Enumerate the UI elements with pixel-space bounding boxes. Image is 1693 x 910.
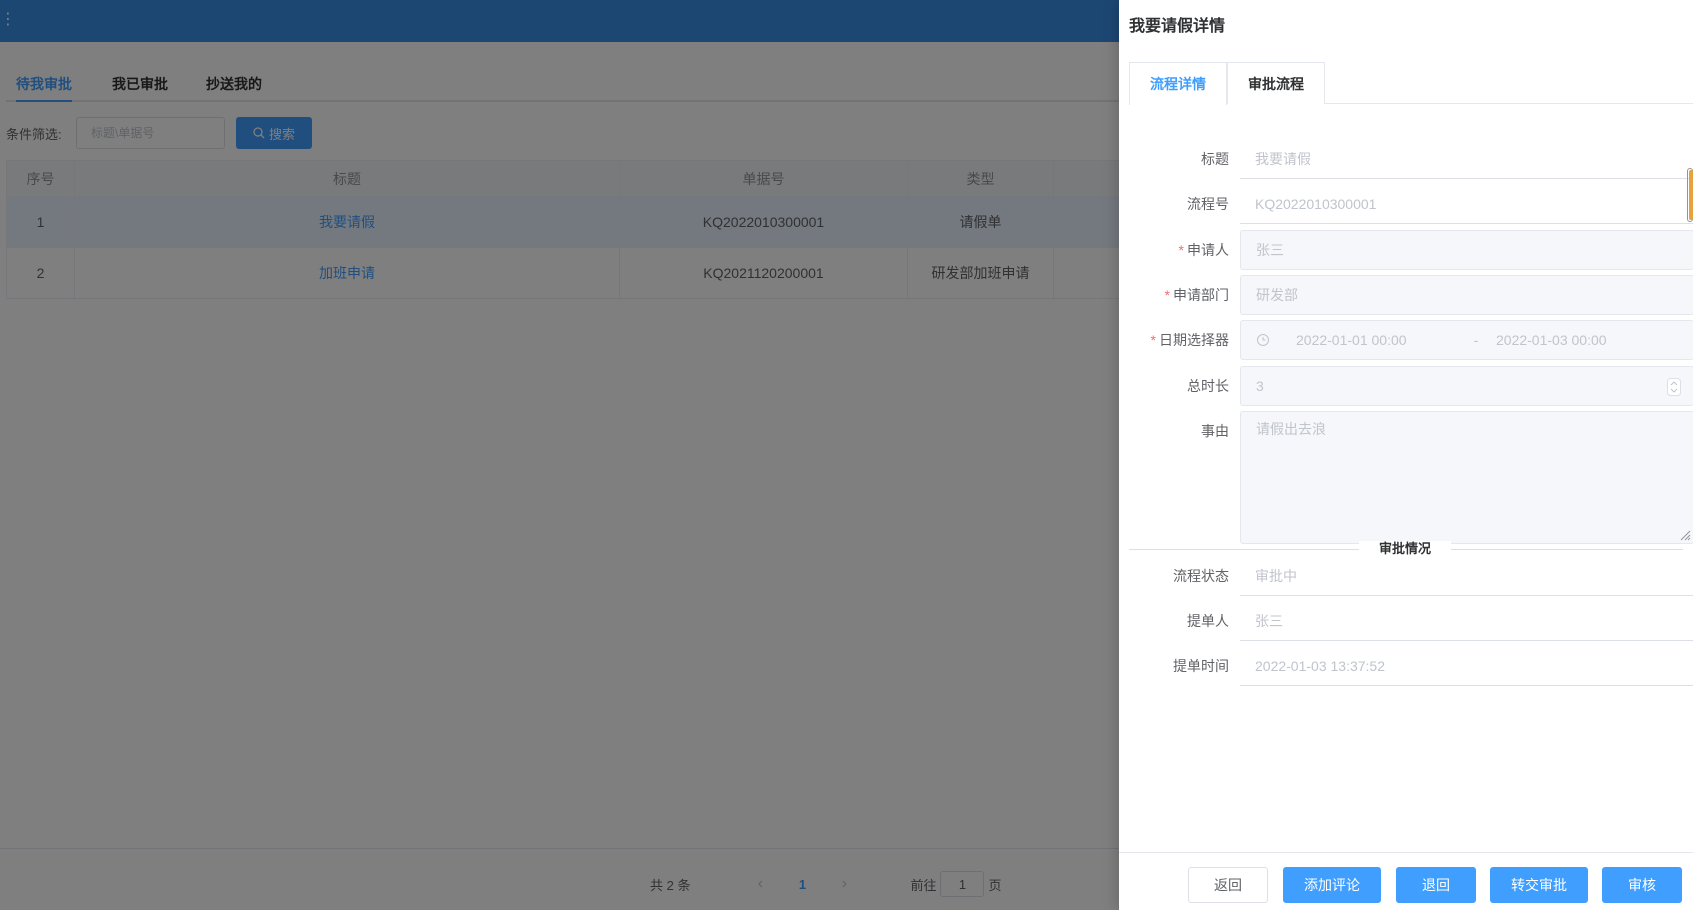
back-button[interactable]: 返回	[1188, 867, 1268, 903]
date-separator: -	[1473, 332, 1479, 348]
applicant-field[interactable]: 张三	[1240, 230, 1693, 270]
date-range-picker[interactable]: 2022-01-01 00:00 - 2022-01-03 00:00	[1240, 320, 1693, 360]
reason-textarea[interactable]: 请假出去浪	[1240, 411, 1693, 544]
label-flow-no: 流程号	[1187, 196, 1229, 212]
form-row-reason: 事由 请假出去浪	[1129, 411, 1693, 544]
date-start[interactable]: 2022-01-01 00:00	[1296, 321, 1456, 359]
form-row-duration: 总时长 3	[1129, 366, 1693, 406]
tab-approval-flow[interactable]: 审批流程	[1227, 62, 1325, 104]
duration-field[interactable]: 3	[1240, 366, 1693, 406]
label-date-picker-text: 日期选择器	[1159, 332, 1229, 348]
form-row-date-picker: * 日期选择器 2022-01-01 00:00 - 2022-01-03 00:…	[1129, 320, 1693, 360]
label-flow-status: 流程状态	[1173, 568, 1229, 584]
label-submitter: 提单人	[1187, 613, 1229, 629]
drawer-footer: 返回 添加评论 退回 转交审批 审核	[1119, 852, 1693, 910]
detail-drawer: 我要请假详情 流程详情 审批流程 标题 我要请假 流程号 KQ202201030…	[1119, 0, 1693, 910]
date-end[interactable]: 2022-01-03 00:00	[1496, 321, 1607, 359]
form-row-department: * 申请部门 研发部	[1129, 275, 1693, 315]
duration-value: 3	[1256, 378, 1264, 394]
form-row-submit-time: 提单时间 2022-01-03 13:37:52	[1129, 646, 1693, 686]
number-stepper-icon[interactable]	[1667, 378, 1681, 396]
flow-status-field: 审批中	[1240, 556, 1693, 596]
form-row-title: 标题 我要请假	[1129, 139, 1693, 179]
label-date-picker: * 日期选择器	[1151, 320, 1229, 360]
flow-no-field: KQ2022010300001	[1240, 184, 1693, 224]
form-row-flow-status: 流程状态 审批中	[1129, 556, 1693, 596]
divider-label: 审批情况	[1359, 541, 1452, 557]
department-field[interactable]: 研发部	[1240, 275, 1693, 315]
scrollbar-thumb[interactable]	[1689, 170, 1693, 220]
reject-button[interactable]: 退回	[1396, 867, 1476, 903]
resize-grip-icon[interactable]	[1679, 529, 1691, 541]
submitter-field: 张三	[1240, 601, 1693, 641]
drawer-title: 我要请假详情	[1129, 18, 1226, 35]
title-field: 我要请假	[1240, 139, 1693, 179]
tab-process-detail[interactable]: 流程详情	[1129, 62, 1227, 105]
label-department: * 申请部门	[1165, 275, 1229, 315]
transfer-approval-button[interactable]: 转交审批	[1490, 867, 1588, 903]
approval-status-divider: 审批情况	[1129, 541, 1683, 557]
form-row-submitter: 提单人 张三	[1129, 601, 1693, 641]
form-row-flow-no: 流程号 KQ2022010300001	[1129, 184, 1693, 224]
reason-value: 请假出去浪	[1256, 421, 1326, 437]
submit-time-field: 2022-01-03 13:37:52	[1240, 646, 1693, 686]
required-mark: *	[1178, 242, 1184, 258]
add-comment-button[interactable]: 添加评论	[1283, 867, 1381, 903]
required-mark: *	[1150, 332, 1156, 348]
approve-button[interactable]: 审核	[1602, 867, 1682, 903]
required-mark: *	[1164, 287, 1170, 303]
label-duration: 总时长	[1187, 378, 1229, 394]
form-row-applicant: * 申请人 张三	[1129, 230, 1693, 270]
label-applicant: * 申请人	[1179, 230, 1229, 270]
label-reason: 事由	[1201, 423, 1229, 439]
label-department-text: 申请部门	[1173, 287, 1229, 303]
label-applicant-text: 申请人	[1187, 242, 1229, 258]
clock-icon	[1257, 334, 1269, 346]
drawer-tabs: 流程详情 审批流程	[1129, 62, 1693, 105]
label-title: 标题	[1201, 151, 1229, 167]
label-submit-time: 提单时间	[1173, 658, 1229, 674]
